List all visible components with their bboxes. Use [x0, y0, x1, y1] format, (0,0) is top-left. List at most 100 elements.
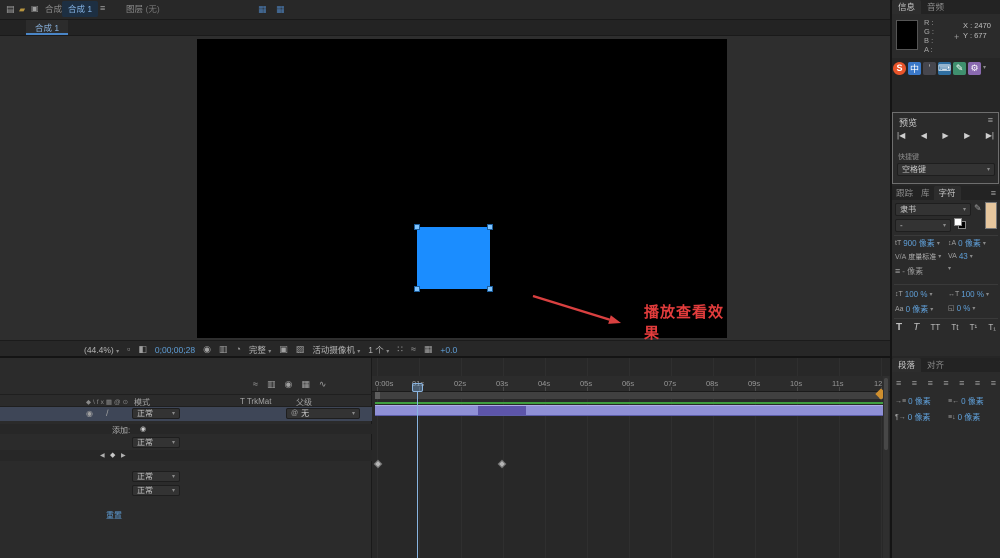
show-channels-icon[interactable]: ◔	[235, 345, 240, 354]
vertical-scale-value[interactable]: 100 %	[905, 290, 928, 299]
blend-mode-dropdown-2[interactable]: 正常 ▾	[132, 471, 180, 482]
space-after-value[interactable]: 0 像素	[958, 412, 981, 423]
quality-icon[interactable]: /	[106, 409, 109, 418]
mask-visibility-icon[interactable]: ◧	[138, 345, 147, 354]
fast-preview-icon[interactable]: ≈	[411, 345, 416, 354]
blend-mode-dropdown-3[interactable]: 正常 ▾	[132, 485, 180, 496]
shy-layers-icon[interactable]: ≈	[253, 380, 258, 389]
tab-paragraph[interactable]: 段落	[892, 358, 922, 372]
magnification-dropdown[interactable]: (44.4%) ▾	[84, 345, 119, 355]
time-ruler[interactable]: 0:00s 01s 02s 03s 04s 05s 06s 07s 08s 09…	[372, 376, 890, 392]
shape-fill-row[interactable]: 正常 ▾	[0, 436, 372, 449]
kerning-value[interactable]: 度量标准	[908, 252, 936, 262]
work-area-bar[interactable]	[375, 392, 884, 399]
frame-blend-icon[interactable]: ▥	[267, 380, 276, 389]
small-caps-toggle[interactable]: Tt	[951, 323, 958, 332]
docked-panel-icon-2[interactable]: ▦	[276, 4, 285, 15]
panel-grid-icon[interactable]: ▤	[6, 5, 15, 14]
camera-view-dropdown[interactable]: 活动摄像机 ▾	[312, 344, 360, 356]
indent-right-value[interactable]: 0 像素	[961, 396, 984, 407]
text-fill-swatch[interactable]	[954, 218, 962, 226]
align-center-icon[interactable]: ≡	[912, 378, 917, 388]
docked-panel-icon[interactable]: ▦	[258, 4, 267, 15]
horizontal-scale-control[interactable]: ↔T 100 % ▾	[948, 290, 998, 299]
leading-value[interactable]: 0 像素	[958, 238, 981, 249]
play-button[interactable]: ▶	[942, 131, 948, 140]
reset-link[interactable]: 重置	[106, 510, 122, 521]
tab-layer[interactable]: 图层 (无)	[126, 3, 160, 15]
faux-italic-toggle[interactable]: T	[913, 322, 919, 333]
pixel-aspect-icon[interactable]: ∷	[397, 345, 403, 354]
exposure-value[interactable]: +0.0	[440, 345, 457, 355]
graph-editor-icon[interactable]: ▦	[301, 380, 310, 389]
previous-frame-button[interactable]: ◀	[921, 131, 927, 140]
layer-row-2[interactable]: 正常 ▾	[0, 470, 372, 483]
keyframed-property-row[interactable]: ◀ ◆ ▶	[0, 450, 372, 461]
brainstorm-icon[interactable]: ∿	[319, 380, 327, 389]
last-frame-button[interactable]: ▶|	[986, 131, 994, 140]
ime-punctuation-icon[interactable]: ’	[923, 61, 936, 75]
layer-bar-segment[interactable]	[478, 406, 526, 415]
baseline-shift-value[interactable]: 0 像素	[906, 304, 929, 315]
layer-row-selected[interactable]: ◉ / 正常 ▾ @ 无 ▾	[0, 407, 372, 421]
space-after-control[interactable]: ≡↓ 0 像素	[948, 412, 998, 423]
panel-menu-icon[interactable]: ≡	[991, 188, 996, 198]
align-right-icon[interactable]: ≡	[928, 378, 933, 388]
ime-language-icon[interactable]: 中	[908, 61, 921, 75]
panel-menu-icon[interactable]: ≡	[988, 116, 993, 125]
tab-align[interactable]: 对齐	[921, 358, 950, 372]
first-line-indent-value[interactable]: 0 像素	[908, 412, 931, 423]
keyframe-diamond-icon[interactable]: ◆	[110, 451, 115, 459]
next-frame-button[interactable]: ▶	[964, 131, 970, 140]
font-size-value[interactable]: 900 像素	[903, 238, 935, 249]
fill-blend-mode-dropdown[interactable]: 正常 ▾	[132, 437, 180, 448]
font-size-control[interactable]: tT 900 像素 ▾	[895, 238, 945, 249]
pickwhip-icon[interactable]: @	[291, 410, 298, 417]
justify-last-center-icon[interactable]: ≡	[959, 378, 964, 388]
panel-menu-icon[interactable]: ≡	[100, 4, 105, 13]
leading-control[interactable]: ↕A 0 像素 ▾	[948, 238, 998, 249]
comp-nav-tab[interactable]: 合成 1	[26, 20, 69, 35]
fill-color-swatch[interactable]	[985, 202, 997, 229]
shortcut-dropdown[interactable]: 空格键 ▾	[897, 163, 995, 176]
ime-keyboard-icon[interactable]: ⌨	[938, 61, 951, 75]
subscript-toggle[interactable]: T₁	[988, 323, 996, 332]
transparency-grid-icon[interactable]: ▨	[296, 345, 305, 354]
scrollbar-thumb[interactable]	[884, 378, 888, 450]
keyframe[interactable]	[373, 459, 383, 469]
font-style-dropdown[interactable]: - ▾	[895, 219, 951, 232]
justify-last-left-icon[interactable]: ≡	[943, 378, 948, 388]
tab-library[interactable]: 库	[917, 186, 934, 200]
work-area-start-handle[interactable]	[375, 392, 380, 399]
tracking-value[interactable]: 43	[959, 252, 968, 261]
timecode-display[interactable]: 0;00;00;28	[155, 345, 195, 355]
eye-icon[interactable]: ◉	[86, 410, 93, 418]
stroke-width-control[interactable]: ≡ - 像素	[895, 266, 945, 277]
first-line-indent-control[interactable]: ¶→ 0 像素	[895, 412, 945, 423]
cti-head[interactable]	[412, 383, 423, 392]
view-layout-dropdown[interactable]: 1 个 ▾	[368, 344, 389, 356]
ime-toolbox-icon[interactable]: ⚙	[968, 61, 981, 75]
justify-last-right-icon[interactable]: ≡	[975, 378, 980, 388]
proportional-spacing-control[interactable]: ◱ 0 % ▾	[948, 304, 998, 313]
horizontal-scale-value[interactable]: 100 %	[961, 290, 984, 299]
vertical-scale-control[interactable]: ↕T 100 % ▾	[895, 290, 945, 299]
blend-mode-dropdown[interactable]: 正常 ▾	[132, 408, 180, 419]
tab-info[interactable]: 信息	[892, 0, 922, 14]
region-of-interest-icon[interactable]: ▣	[279, 345, 288, 354]
first-frame-button[interactable]: |◀	[897, 131, 905, 140]
prev-keyframe-icon[interactable]: ◀	[100, 452, 105, 459]
cti-line[interactable]	[417, 392, 418, 558]
layer-row-3[interactable]: 正常 ▾	[0, 484, 372, 497]
ime-pen-icon[interactable]: ✎	[953, 61, 966, 75]
indent-left-control[interactable]: →≡ 0 像素	[895, 396, 945, 407]
comp-stage[interactable]: 播放查看效果	[197, 39, 727, 342]
show-snapshot-icon[interactable]: ▥	[219, 345, 228, 354]
superscript-toggle[interactable]: T¹	[970, 323, 978, 332]
proportional-spacing-value[interactable]: 0 %	[957, 304, 971, 313]
timeline-scrollbar[interactable]	[883, 376, 889, 558]
timeline-graph-pane[interactable]: 0:00s 01s 02s 03s 04s 05s 06s 07s 08s 09…	[372, 358, 890, 558]
trkmat-column-header[interactable]: T TrkMat	[240, 397, 271, 406]
all-caps-toggle[interactable]: TT	[931, 323, 941, 332]
parent-dropdown[interactable]: @ 无 ▾	[286, 408, 360, 419]
